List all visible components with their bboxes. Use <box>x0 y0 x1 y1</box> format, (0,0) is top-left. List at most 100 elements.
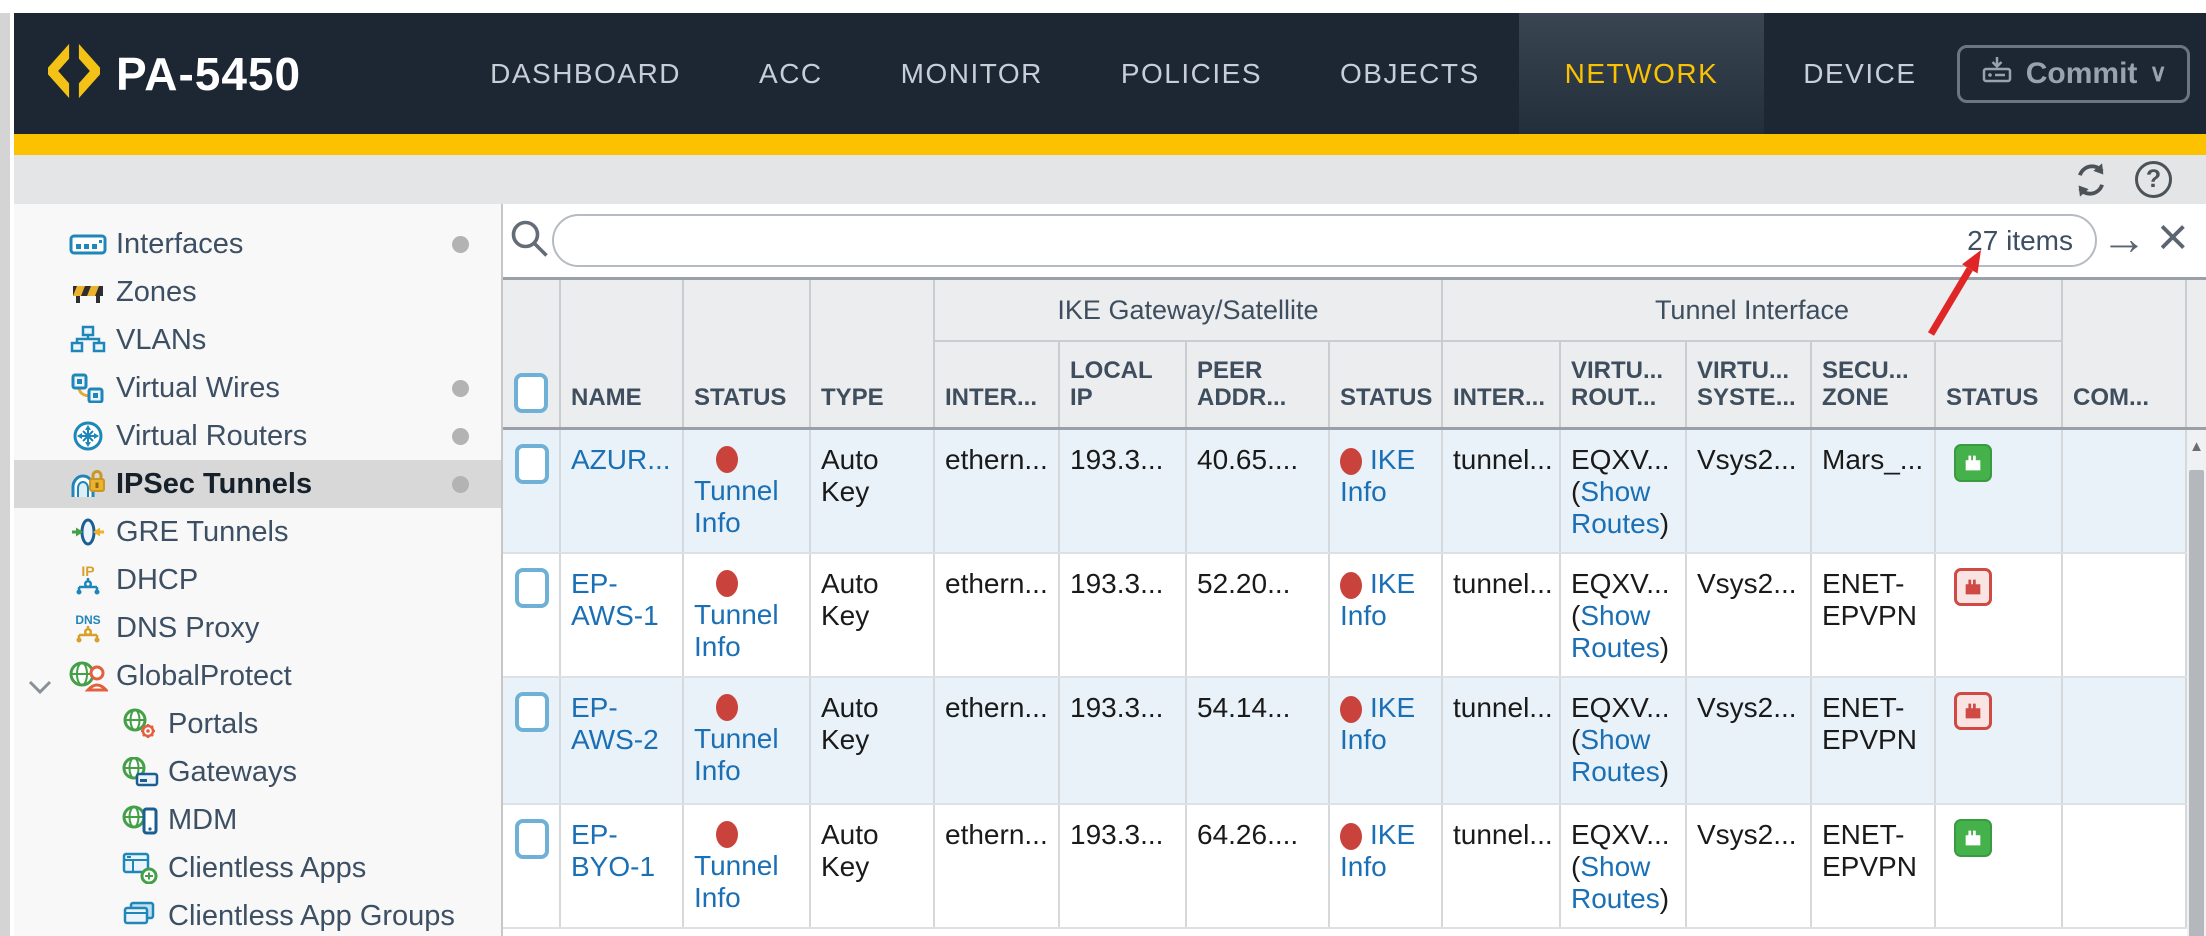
ipsec-tunnels-panel: 27 items → × NAME STATUS TYPE IKE Gatewa… <box>503 204 2206 936</box>
col-header-ike-interface[interactable]: INTER... <box>935 342 1060 427</box>
sidebar-item-gre-tunnels[interactable]: GRE Tunnels <box>14 508 501 556</box>
gateways-icon <box>118 757 162 787</box>
col-header-tunnel-status[interactable]: STATUS <box>1936 342 2063 427</box>
nav-tabs: DASHBOARD ACC MONITOR POLICIES OBJECTS N… <box>451 13 1955 134</box>
sidebar-item-virtual-wires[interactable]: Virtual Wires <box>14 364 501 412</box>
col-header-status[interactable]: STATUS <box>684 280 811 427</box>
show-routes-link[interactable]: Show Routes <box>1571 476 1660 539</box>
select-all-cell <box>503 280 561 427</box>
ike-status-cell: IKE Info <box>1330 430 1443 552</box>
tab-network[interactable]: NETWORK <box>1519 13 1765 134</box>
security-zone-cell: Mars_... <box>1812 430 1936 552</box>
tunnel-interface-cell: tunnel... <box>1443 678 1561 803</box>
chevron-down-icon[interactable] <box>28 669 52 702</box>
sidebar-item-vlans[interactable]: VLANs <box>14 316 501 364</box>
security-zone-cell: ENET-EPVPN <box>1812 678 1936 803</box>
scrollbar-thumb[interactable] <box>2189 470 2204 936</box>
col-header-comments[interactable]: COM... <box>2063 280 2187 427</box>
peer-address-cell: 40.65.... <box>1187 430 1330 552</box>
status-red-dot <box>716 570 738 597</box>
tunnel-name-link[interactable]: AZUR... <box>571 444 671 475</box>
chevron-down-icon: ∨ <box>2149 59 2167 88</box>
clear-filter-icon[interactable]: × <box>2157 204 2189 270</box>
col-header-virtual-router[interactable]: VIRTU... ROUT... <box>1561 342 1687 427</box>
top-navbar: PA-5450 DASHBOARD ACC MONITOR POLICIES O… <box>14 13 2206 134</box>
portals-icon <box>118 708 162 740</box>
mdm-icon <box>118 804 162 836</box>
type-cell: Auto Key <box>811 805 935 927</box>
ike-status-cell: IKE Info <box>1330 678 1443 803</box>
col-header-type[interactable]: TYPE <box>811 280 935 427</box>
show-routes-link[interactable]: Show Routes <box>1571 600 1660 663</box>
header-scroll-spacer <box>2187 280 2204 427</box>
ike-status-cell: IKE Info <box>1330 805 1443 927</box>
tunnel-name-link[interactable]: EP-BYO-1 <box>571 819 655 882</box>
row-checkbox[interactable] <box>515 444 549 484</box>
status-red-dot <box>716 694 738 721</box>
col-header-name[interactable]: NAME <box>561 280 684 427</box>
sidebar-item-globalprotect[interactable]: GlobalProtect <box>14 652 501 700</box>
refresh-icon[interactable] <box>2071 161 2111 199</box>
tunnel-info-link[interactable]: Tunnel Info <box>694 475 779 538</box>
sidebar-item-mdm[interactable]: MDM <box>14 796 501 844</box>
zones-icon <box>66 278 110 306</box>
col-header-local-ip[interactable]: LOCAL IP <box>1060 342 1187 427</box>
sidebar-item-zones[interactable]: Zones <box>14 268 501 316</box>
sidebar-item-clientless-app-groups[interactable]: Clientless App Groups <box>14 892 501 936</box>
type-cell: Auto Key <box>811 678 935 803</box>
pending-change-dot <box>452 380 469 397</box>
sidebar-item-interfaces[interactable]: Interfaces <box>14 220 501 268</box>
sidebar-item-virtual-routers[interactable]: Virtual Routers <box>14 412 501 460</box>
tunnel-info-link[interactable]: Tunnel Info <box>694 850 779 913</box>
network-sidebar: Interfaces Zones VLANs Virtual Wires <box>14 204 503 936</box>
col-header-security-zone[interactable]: SECU... ZONE <box>1812 342 1936 427</box>
table-filter-row: 27 items → × <box>503 204 2206 277</box>
filter-input[interactable]: 27 items <box>552 214 2097 267</box>
row-checkbox[interactable] <box>515 692 549 732</box>
tab-policies[interactable]: POLICIES <box>1082 13 1301 134</box>
sidebar-item-gateways[interactable]: Gateways <box>14 748 501 796</box>
accent-bar <box>14 134 2206 155</box>
comments-cell <box>2063 430 2187 552</box>
col-header-virtual-system[interactable]: VIRTU... SYSTE... <box>1687 342 1812 427</box>
tunnel-info-link[interactable]: Tunnel Info <box>694 723 779 786</box>
virtual-routers-icon <box>66 420 110 452</box>
virtual-router-cell: EQXV... (Show Routes) <box>1561 554 1687 676</box>
col-header-ike-status[interactable]: STATUS <box>1330 342 1443 427</box>
tab-monitor[interactable]: MONITOR <box>862 13 1082 134</box>
table-row: EP-AWS-1 Tunnel Info Auto Key ethern... … <box>503 554 2187 678</box>
show-routes-link[interactable]: Show Routes <box>1571 724 1660 787</box>
sidebar-item-dns-proxy[interactable]: DNS DNS Proxy <box>14 604 501 652</box>
port-status-icon <box>1954 444 1992 482</box>
tab-objects[interactable]: OBJECTS <box>1301 13 1519 134</box>
tunnel-info-link[interactable]: Tunnel Info <box>694 599 779 662</box>
sidebar-item-ipsec-tunnels[interactable]: IPSec Tunnels <box>14 460 501 508</box>
sidebar-item-dhcp[interactable]: IP DHCP <box>14 556 501 604</box>
row-checkbox[interactable] <box>515 568 549 608</box>
pending-change-dot <box>452 476 469 493</box>
sidebar-item-portals[interactable]: Portals <box>14 700 501 748</box>
pending-change-dot <box>452 428 469 445</box>
tunnel-name-link[interactable]: EP-AWS-2 <box>571 692 659 755</box>
sidebar-item-clientless-apps[interactable]: Clientless Apps <box>14 844 501 892</box>
tab-dashboard[interactable]: DASHBOARD <box>451 13 720 134</box>
commit-button[interactable]: Commit ∨ <box>1957 45 2190 103</box>
scroll-up-icon[interactable]: ▲ <box>2187 430 2206 462</box>
row-select-cell <box>503 678 561 803</box>
col-header-tunnel-interface[interactable]: INTER... <box>1443 342 1561 427</box>
globalprotect-icon <box>66 660 110 692</box>
tab-acc[interactable]: ACC <box>720 13 862 134</box>
show-routes-link[interactable]: Show Routes <box>1571 851 1660 914</box>
row-checkbox[interactable] <box>515 819 549 859</box>
dhcp-icon: IP <box>66 564 110 596</box>
help-icon[interactable]: ? <box>2135 161 2172 198</box>
status-red-dot <box>716 821 738 848</box>
tunnel-name-link[interactable]: EP-AWS-1 <box>571 568 659 631</box>
select-all-checkbox[interactable] <box>514 373 548 413</box>
interfaces-icon <box>66 230 110 258</box>
apply-filter-icon[interactable]: → <box>2101 208 2147 268</box>
col-header-peer-address[interactable]: PEER ADDR... <box>1187 342 1330 427</box>
table-scrollbar[interactable]: ▲ <box>2187 430 2206 936</box>
ike-interface-cell: ethern... <box>935 430 1060 552</box>
tab-device[interactable]: DEVICE <box>1764 13 1955 134</box>
